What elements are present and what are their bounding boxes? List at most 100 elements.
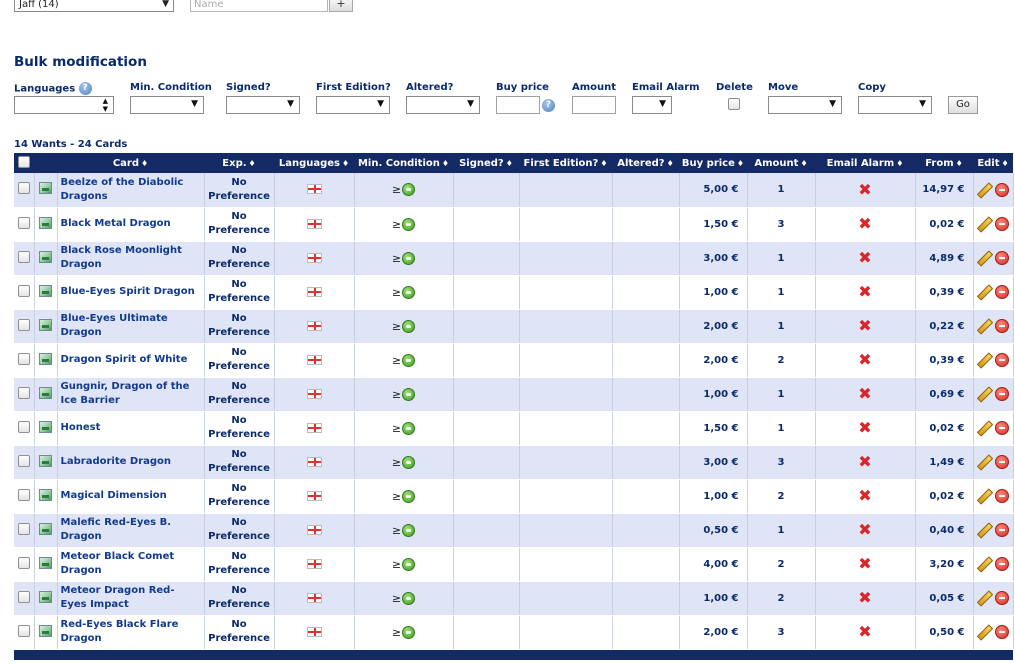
card-image-icon[interactable] <box>39 488 52 501</box>
pencil-icon[interactable] <box>977 251 991 265</box>
select-all-checkbox[interactable] <box>18 155 30 168</box>
header-languages[interactable]: Languages ♦ <box>274 153 354 173</box>
card-image-icon[interactable] <box>39 522 52 535</box>
card-image-icon[interactable] <box>39 386 52 399</box>
pencil-icon[interactable] <box>977 421 991 435</box>
card-link[interactable]: Black Metal Dragon <box>61 217 201 231</box>
row-checkbox[interactable] <box>17 488 30 501</box>
pencil-icon[interactable] <box>977 523 991 537</box>
minus-circle-icon[interactable] <box>995 182 1009 197</box>
player-select[interactable]: Jaff (14) ▼ <box>14 0 174 12</box>
row-checkbox[interactable] <box>17 318 30 331</box>
minus-circle-icon[interactable] <box>995 523 1009 537</box>
pencil-icon[interactable] <box>977 183 991 197</box>
row-checkbox[interactable] <box>17 216 30 229</box>
pencil-icon[interactable] <box>977 625 991 639</box>
row-checkbox[interactable] <box>17 556 30 569</box>
first-edition-select[interactable]: ▼ <box>316 96 390 114</box>
card-link[interactable]: Blue-Eyes Spirit Dragon <box>61 285 201 299</box>
delete-checkbox[interactable] <box>728 98 740 110</box>
row-checkbox[interactable] <box>17 420 30 433</box>
add-button[interactable]: + <box>329 0 353 12</box>
card-link[interactable]: Gungnir, Dragon of the Ice Barrier <box>61 380 201 408</box>
card-link[interactable]: Dragon Spirit of White <box>61 353 201 367</box>
card-image-icon[interactable] <box>39 420 52 433</box>
pencil-icon[interactable] <box>977 319 991 333</box>
card-image-icon[interactable] <box>39 216 52 229</box>
header-card[interactable]: Card ♦ <box>57 153 204 173</box>
card-link[interactable]: Meteor Dragon Red-Eyes Impact <box>61 584 201 612</box>
card-link[interactable]: Meteor Black Comet Dragon <box>61 550 201 578</box>
minus-circle-icon[interactable] <box>995 387 1009 401</box>
card-link[interactable]: Honest <box>61 421 201 435</box>
minus-circle-icon[interactable] <box>995 591 1009 605</box>
header-select-all[interactable] <box>14 153 34 173</box>
pencil-icon[interactable] <box>977 557 991 571</box>
header-buy-price[interactable]: Buy price ♦ <box>679 153 747 173</box>
row-checkbox[interactable] <box>17 284 30 297</box>
minus-circle-icon[interactable] <box>995 625 1009 639</box>
question-icon[interactable]: ? <box>78 82 92 95</box>
header-email-alarm[interactable]: Email Alarm ♦ <box>815 153 915 173</box>
card-link[interactable]: Malefic Red-Eyes B. Dragon <box>61 516 201 544</box>
card-link[interactable]: Blue-Eyes Ultimate Dragon <box>61 312 201 340</box>
card-link[interactable]: Black Rose Moonlight Dragon <box>61 244 201 272</box>
minus-circle-icon[interactable] <box>995 285 1009 299</box>
go-button[interactable]: Go <box>948 96 978 114</box>
card-link[interactable]: Labradorite Dragon <box>61 455 201 469</box>
row-checkbox[interactable] <box>17 522 30 535</box>
header-first-edition[interactable]: First Edition? ♦ <box>519 153 612 173</box>
row-checkbox[interactable] <box>17 250 30 263</box>
min-condition-select[interactable]: ▼ <box>130 96 204 114</box>
languages-select[interactable]: ▲ ▼ <box>14 96 114 114</box>
header-exp[interactable]: Exp. ♦ <box>204 153 274 173</box>
minus-circle-icon[interactable] <box>995 455 1009 469</box>
row-checkbox[interactable] <box>17 590 30 603</box>
pencil-icon[interactable] <box>977 387 991 401</box>
move-select[interactable]: ▼ <box>768 96 842 114</box>
row-checkbox[interactable] <box>17 624 30 637</box>
pencil-icon[interactable] <box>977 217 991 231</box>
header-edit[interactable]: Edit ♦ <box>973 153 1013 173</box>
card-image-icon[interactable] <box>39 250 52 263</box>
header-from[interactable]: From ♦ <box>915 153 973 173</box>
card-image-icon[interactable] <box>39 454 52 467</box>
question-icon[interactable]: ? <box>542 98 555 112</box>
card-image-icon[interactable] <box>39 624 52 637</box>
card-link[interactable]: Magical Dimension <box>61 489 201 503</box>
row-checkbox[interactable] <box>17 182 30 195</box>
minus-circle-icon[interactable] <box>995 217 1009 231</box>
card-image-icon[interactable] <box>39 182 52 195</box>
altered-select[interactable]: ▼ <box>406 96 480 114</box>
card-link[interactable]: Red-Eyes Black Flare Dragon <box>61 618 201 646</box>
buy-price-input[interactable] <box>496 96 540 114</box>
row-checkbox[interactable] <box>17 386 30 399</box>
copy-select[interactable]: ▼ <box>858 96 932 114</box>
name-input[interactable]: Name <box>190 0 328 12</box>
header-min-condition[interactable]: Min. Condition ♦ <box>354 153 453 173</box>
header-signed[interactable]: Signed? ♦ <box>453 153 519 173</box>
header-amount[interactable]: Amount ♦ <box>747 153 815 173</box>
card-image-icon[interactable] <box>39 318 52 331</box>
minus-circle-icon[interactable] <box>995 251 1009 265</box>
card-link[interactable]: Beelze of the Diabolic Dragons <box>61 176 201 204</box>
card-image-icon[interactable] <box>39 352 52 365</box>
card-image-icon[interactable] <box>39 590 52 603</box>
row-checkbox[interactable] <box>17 454 30 467</box>
email-alarm-select[interactable]: ▼ <box>632 96 672 114</box>
minus-circle-icon[interactable] <box>995 489 1009 503</box>
pencil-icon[interactable] <box>977 285 991 299</box>
minus-circle-icon[interactable] <box>995 353 1009 367</box>
card-image-icon[interactable] <box>39 556 52 569</box>
minus-circle-icon[interactable] <box>995 319 1009 333</box>
pencil-icon[interactable] <box>977 455 991 469</box>
pencil-icon[interactable] <box>977 353 991 367</box>
row-checkbox[interactable] <box>17 352 30 365</box>
header-altered[interactable]: Altered? ♦ <box>612 153 679 173</box>
pencil-icon[interactable] <box>977 489 991 503</box>
pencil-icon[interactable] <box>977 591 991 605</box>
amount-input[interactable] <box>572 96 616 114</box>
signed-select[interactable]: ▼ <box>226 96 300 114</box>
card-image-icon[interactable] <box>39 284 52 297</box>
minus-circle-icon[interactable] <box>995 557 1009 571</box>
